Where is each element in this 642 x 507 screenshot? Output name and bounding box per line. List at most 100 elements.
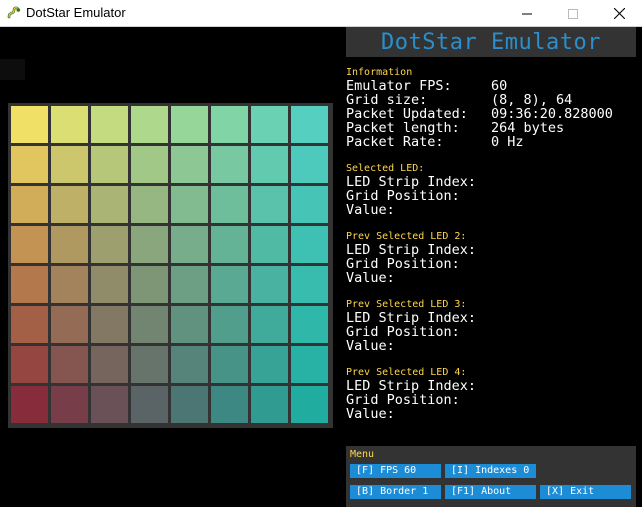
led-cell[interactable] (291, 146, 328, 183)
led-cell[interactable] (211, 306, 248, 343)
led-cell[interactable] (291, 186, 328, 223)
led-cell[interactable] (91, 226, 128, 263)
prev-selected-led-4-section: Prev Selected LED 4: LED Strip Index: Gr… (346, 367, 638, 421)
value-label: Value: (346, 407, 638, 421)
led-cell[interactable] (251, 146, 288, 183)
led-cell[interactable] (91, 266, 128, 303)
led-cell[interactable] (171, 386, 208, 423)
led-cell[interactable] (131, 266, 168, 303)
window-titlebar: DotStar Emulator (0, 0, 642, 27)
led-cell[interactable] (171, 306, 208, 343)
led-cell[interactable] (171, 346, 208, 383)
led-cell[interactable] (11, 346, 48, 383)
led-cell[interactable] (211, 346, 248, 383)
led-cell[interactable] (211, 226, 248, 263)
led-cell[interactable] (131, 186, 168, 223)
led-cell[interactable] (51, 146, 88, 183)
value-label: Value: (346, 339, 638, 353)
led-cell[interactable] (211, 266, 248, 303)
led-cell[interactable] (171, 226, 208, 263)
exit-button[interactable]: [X] Exit (540, 485, 631, 499)
led-cell[interactable] (291, 386, 328, 423)
led-cell[interactable] (11, 146, 48, 183)
led-cell[interactable] (171, 186, 208, 223)
led-cell[interactable] (211, 186, 248, 223)
indexes-button[interactable]: [I] Indexes 0 (445, 464, 536, 478)
led-cell[interactable] (251, 106, 288, 143)
info-label: Packet Updated: (346, 106, 468, 122)
info-label: Packet Rate: (346, 134, 444, 150)
emulator-canvas: DotStar Emulator Information Emulator FP… (0, 27, 642, 507)
led-cell[interactable] (11, 186, 48, 223)
label-text: Value: (346, 202, 395, 218)
led-cell[interactable] (131, 386, 168, 423)
led-cell[interactable] (131, 106, 168, 143)
grid-position-label: Grid Position: (346, 257, 638, 271)
label-text: Value: (346, 338, 395, 354)
maximize-button[interactable] (550, 0, 596, 27)
close-button[interactable] (596, 0, 642, 27)
label-text: Value: (346, 270, 395, 286)
led-cell[interactable] (91, 106, 128, 143)
led-cell[interactable] (251, 186, 288, 223)
minimize-button[interactable] (504, 0, 550, 27)
led-cell[interactable] (51, 386, 88, 423)
label-text: Grid Position: (346, 324, 460, 340)
led-cell[interactable] (11, 266, 48, 303)
led-cell[interactable] (251, 386, 288, 423)
led-cell[interactable] (211, 386, 248, 423)
led-cell[interactable] (91, 186, 128, 223)
led-cell[interactable] (131, 226, 168, 263)
label-text: Grid Position: (346, 256, 460, 272)
led-cell[interactable] (51, 106, 88, 143)
led-cell[interactable] (51, 186, 88, 223)
info-row: Packet Updated: 09:36:20.828000 (346, 107, 638, 121)
led-cell[interactable] (291, 266, 328, 303)
label-text: Value: (346, 406, 395, 422)
led-cell[interactable] (91, 306, 128, 343)
led-cell[interactable] (251, 226, 288, 263)
info-value: (8, 8), 64 (491, 92, 573, 108)
led-grid (8, 103, 333, 428)
led-cell[interactable] (131, 306, 168, 343)
led-cell[interactable] (251, 346, 288, 383)
led-cell[interactable] (291, 106, 328, 143)
about-button[interactable]: [F1] About (445, 485, 536, 499)
led-cell[interactable] (51, 226, 88, 263)
led-strip-index-label: LED Strip Index: (346, 175, 638, 189)
led-cell[interactable] (291, 346, 328, 383)
header-bar: DotStar Emulator (346, 27, 636, 57)
led-cell[interactable] (131, 146, 168, 183)
led-cell[interactable] (91, 146, 128, 183)
border-button[interactable]: [B] Border 1 (350, 485, 441, 499)
selected-led-section: Selected LED: LED Strip Index: Grid Posi… (346, 163, 638, 217)
label-text: Grid Position: (346, 188, 460, 204)
label-text: LED Strip Index: (346, 242, 477, 258)
led-cell[interactable] (171, 106, 208, 143)
led-strip-index-label: LED Strip Index: (346, 243, 638, 257)
led-cell[interactable] (211, 146, 248, 183)
side-artifact (0, 59, 25, 80)
led-cell[interactable] (11, 226, 48, 263)
led-cell[interactable] (291, 226, 328, 263)
grid-position-label: Grid Position: (346, 393, 638, 407)
led-cell[interactable] (171, 146, 208, 183)
led-strip-index-label: LED Strip Index: (346, 311, 638, 325)
led-cell[interactable] (11, 386, 48, 423)
led-cell[interactable] (91, 386, 128, 423)
led-cell[interactable] (251, 266, 288, 303)
led-cell[interactable] (131, 346, 168, 383)
led-cell[interactable] (251, 306, 288, 343)
grid-position-label: Grid Position: (346, 189, 638, 203)
led-cell[interactable] (11, 306, 48, 343)
led-cell[interactable] (51, 346, 88, 383)
led-cell[interactable] (211, 106, 248, 143)
label-text: LED Strip Index: (346, 310, 477, 326)
fps-button[interactable]: [F] FPS 60 (350, 464, 441, 478)
led-cell[interactable] (91, 346, 128, 383)
led-cell[interactable] (11, 106, 48, 143)
led-cell[interactable] (51, 266, 88, 303)
led-cell[interactable] (171, 266, 208, 303)
led-cell[interactable] (51, 306, 88, 343)
led-cell[interactable] (291, 306, 328, 343)
